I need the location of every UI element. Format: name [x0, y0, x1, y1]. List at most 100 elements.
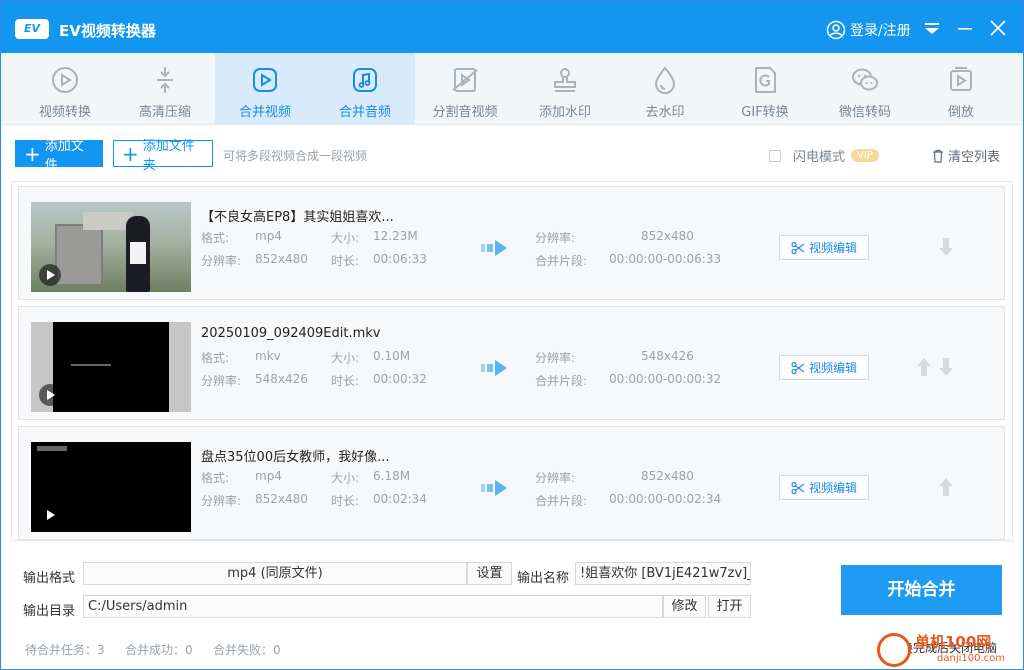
tool-add-watermark[interactable]: 添加水印: [515, 53, 615, 125]
vip-badge: VIP: [851, 149, 879, 162]
output-resolution-value: 852x480: [641, 469, 694, 483]
stamp-icon: [554, 68, 576, 92]
video-edit-button[interactable]: 视频编辑: [779, 475, 869, 500]
tool-compress[interactable]: 高清压缩: [115, 53, 215, 125]
segment-value: 00:00:00-00:02:34: [609, 492, 722, 506]
resolution-label: 分辨率:: [201, 494, 242, 508]
compress-icon: [157, 67, 173, 93]
video-thumbnail[interactable]: [31, 442, 191, 532]
menu-icon: [925, 23, 939, 34]
tool-split[interactable]: 分割音视频: [415, 53, 515, 125]
close-button[interactable]: [987, 17, 1009, 39]
add-file-button[interactable]: + 添加文件: [15, 139, 103, 173]
menu-button[interactable]: [921, 17, 943, 39]
duration-value: 00:02:34: [373, 492, 427, 506]
duration-label: 时长:: [331, 254, 360, 268]
play-icon[interactable]: [39, 504, 61, 526]
video-edit-button[interactable]: 视频编辑: [779, 355, 869, 380]
duration-value: 00:00:32: [373, 372, 427, 386]
output-resolution-label: 分辨率:: [535, 471, 576, 485]
start-merge-button[interactable]: 开始合并: [841, 565, 1002, 615]
scissors-icon: [791, 361, 805, 374]
clear-list-label: 清空列表: [948, 150, 1001, 165]
play-icon[interactable]: [39, 384, 61, 406]
gif-icon: [755, 67, 776, 93]
title-bar[interactable]: EV EV视频转换器 登录/注册: [1, 1, 1023, 53]
tool-label: 添加水印: [538, 105, 591, 120]
move-down-button[interactable]: [939, 237, 953, 257]
tool-wechat-transcode[interactable]: 微信转码: [815, 53, 915, 125]
add-folder-label: 添加文件夹: [142, 138, 195, 173]
flash-mode-option[interactable]: 闪电模式 VIP: [769, 146, 879, 165]
add-file-label: 添加文件: [44, 138, 84, 173]
function-toolbar: 视频转换 高清压缩 合并视频 合并音频 分割音视频 添加水印 去水印 GIF转换…: [1, 53, 1023, 125]
clear-list-button[interactable]: 清空列表: [931, 146, 1000, 165]
user-icon: [826, 20, 846, 40]
list-item[interactable]: 盘点35位00后女教师，我好像... 格式: mp4 大小: 6.18M 分辨率…: [18, 426, 1005, 540]
arrow-up-icon: [917, 358, 931, 376]
list-item[interactable]: 【不良女高EP8】其实姐姐喜欢... 格式: mp4 大小: 12.23M 分辨…: [18, 186, 1005, 300]
resolution-label: 分辨率:: [201, 254, 242, 268]
tool-merge-video[interactable]: 合并视频: [215, 53, 315, 125]
play-icon[interactable]: [39, 264, 61, 286]
failed-count: 合并失败：0: [213, 643, 281, 657]
open-dir-button[interactable]: 打开: [708, 595, 751, 618]
size-label: 大小:: [331, 351, 360, 365]
segment-value: 00:00:00-00:00:32: [609, 372, 722, 386]
watermark-text: 单机100网: [915, 633, 992, 651]
size-value: 6.18M: [373, 469, 411, 483]
app-window: EV EV视频转换器 登录/注册 视频转换 高清压缩 合并视频 合并音频 分割音…: [0, 0, 1024, 670]
tool-reverse[interactable]: 倒放: [911, 53, 1011, 125]
format-value: mkv: [255, 349, 281, 363]
merge-audio-icon: [353, 68, 377, 92]
size-value: 0.10M: [373, 349, 411, 363]
resolution-value: 548x426: [255, 372, 308, 386]
move-up-button[interactable]: [917, 357, 931, 377]
thumbnail-caption: [37, 446, 67, 451]
tool-label: 分割音视频: [432, 105, 498, 120]
move-up-button[interactable]: [939, 477, 953, 497]
tool-label: 合并视频: [238, 105, 291, 120]
move-down-button[interactable]: [939, 357, 953, 377]
resolution-value: 852x480: [255, 492, 308, 506]
login-button[interactable]: 登录/注册: [826, 19, 911, 41]
video-edit-button[interactable]: 视频编辑: [779, 235, 869, 260]
wechat-icon: [852, 68, 878, 91]
arrow-right-icon: [481, 480, 507, 496]
tool-video-convert[interactable]: 视频转换: [15, 53, 115, 125]
duration-label: 时长:: [331, 374, 360, 388]
resolution-value: 852x480: [255, 252, 308, 266]
arrow-up-icon: [939, 478, 953, 496]
size-value: 12.23M: [373, 229, 418, 243]
output-resolution-value: 548x426: [641, 349, 694, 363]
video-thumbnail[interactable]: [31, 322, 191, 412]
video-edit-label: 视频编辑: [808, 361, 857, 375]
output-name-input[interactable]: !姐喜欢你 [BV1jE421w7zv]_ev: [575, 562, 751, 585]
arrow-right-icon: [481, 360, 507, 376]
tool-gif-convert[interactable]: GIF转换: [715, 53, 815, 125]
tool-label: 视频转换: [38, 105, 91, 120]
output-resolution-label: 分辨率:: [535, 231, 576, 245]
video-edit-label: 视频编辑: [808, 481, 857, 495]
segment-label: 合并片段:: [535, 374, 588, 388]
modify-dir-button[interactable]: 修改: [663, 595, 706, 618]
plus-icon: +: [122, 141, 139, 166]
app-title: EV视频转换器: [59, 22, 156, 40]
watermark-url: danji100.com: [937, 653, 1005, 664]
flash-mode-checkbox[interactable]: [769, 149, 781, 162]
tool-remove-watermark[interactable]: 去水印: [615, 53, 715, 125]
output-format-select[interactable]: mp4 (同原文件): [83, 562, 467, 585]
minimize-button[interactable]: [954, 17, 976, 39]
video-thumbnail[interactable]: [31, 202, 191, 292]
add-folder-button[interactable]: + 添加文件夹: [113, 139, 213, 173]
format-label: 格式:: [201, 351, 230, 365]
segment-value: 00:00:00-00:06:33: [609, 252, 722, 266]
list-item[interactable]: 20250109_092409Edit.mkv 格式: mkv 大小: 0.10…: [18, 306, 1005, 420]
arrow-down-icon: [939, 238, 953, 256]
site-watermark: 单机100网 danji100.com: [877, 631, 1024, 670]
tool-label: 合并音频: [338, 105, 391, 120]
video-edit-label: 视频编辑: [808, 241, 857, 255]
format-settings-button[interactable]: 设置: [467, 562, 512, 585]
tool-merge-audio[interactable]: 合并音频: [315, 53, 415, 125]
output-dir-input[interactable]: C:/Users/admin: [83, 595, 663, 618]
